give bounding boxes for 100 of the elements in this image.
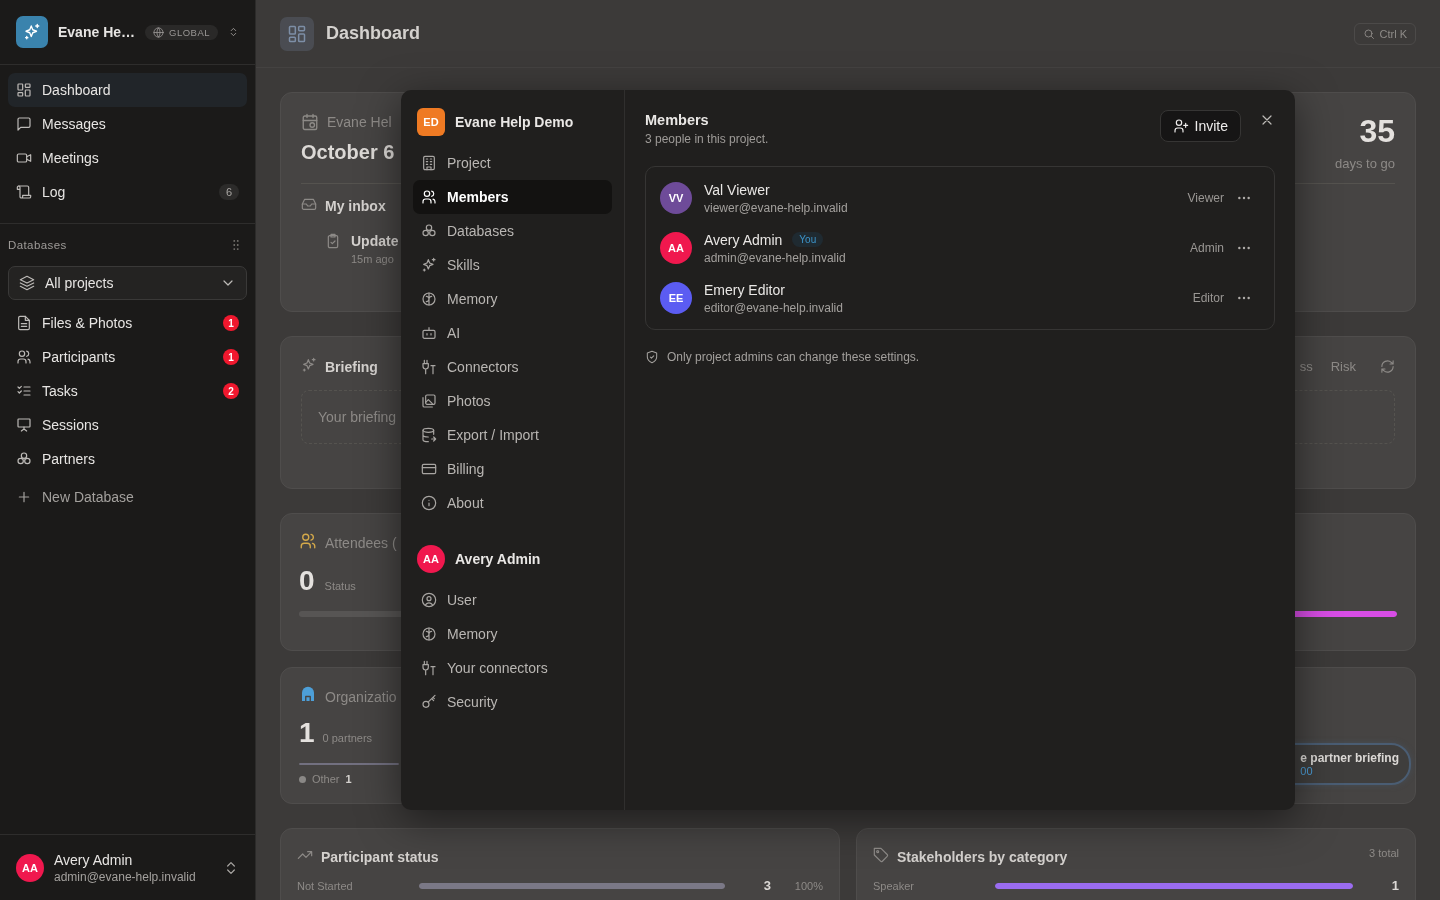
user-icon [421,592,437,608]
nav-item[interactable]: Participants 1 [8,340,247,374]
user-name: Avery Admin [455,551,541,567]
settings-nav-item[interactable]: Skills [413,248,612,282]
document-icon [16,315,32,331]
member-role[interactable]: Editor [1192,291,1224,305]
settings-nav-item[interactable]: AI [413,316,612,350]
inbox-item-title: Update [351,233,399,249]
globe-icon [153,26,165,38]
project-label: Evane Hel [327,114,392,130]
scope-badge: GLOBAL [145,24,219,40]
count-badge: 6 [218,184,239,200]
total-count: 3 total [1369,847,1399,861]
count-number: 1 [299,717,315,749]
plus-icon [16,489,32,505]
shield-icon [645,350,659,364]
section-title: Members [645,112,710,128]
settings-nav-item[interactable]: Members [413,180,612,214]
count-caption: Status [324,580,356,592]
brain-icon [421,291,437,307]
member-name: Emery Editor [704,281,785,298]
people-icon [299,532,317,550]
search-icon [1362,27,1375,40]
nav-item[interactable]: Sessions [8,408,247,442]
member-avatar: EE [660,282,692,314]
checklist-icon [16,383,32,399]
workspace-logo[interactable] [16,16,48,48]
you-badge: You [792,232,824,247]
settings-nav-item[interactable]: About [413,486,612,520]
settings-nav-item[interactable]: Connectors [413,350,612,384]
people-icon [421,189,437,205]
refresh-icon[interactable] [1380,359,1395,374]
member-name: Avery Admin [704,231,783,248]
settings-nav-item[interactable]: User [413,583,612,617]
settings-nav-item[interactable]: Memory [413,617,612,651]
settings-nav-item[interactable]: Databases [413,214,612,248]
section-subtitle: 3 people in this project. [645,132,770,146]
member-role[interactable]: Admin [1190,241,1224,255]
nav-item[interactable]: Log 6 [8,175,247,209]
invite-button[interactable]: Invite [1159,110,1241,142]
plug-icon [421,359,437,375]
inbox-item-time: 15m ago [351,253,395,265]
sparkle-icon [421,257,437,273]
clipboard-icon [325,233,341,249]
member-avatar: AA [660,232,692,264]
brain-icon [421,626,437,642]
user-email: admin@evane-help.invalid [54,869,197,884]
add-user-icon [1172,118,1189,134]
count-caption: 0 partners [322,732,373,744]
settings-nav-item[interactable]: Security [413,685,612,719]
workspace-name: Evane He… [58,24,136,40]
settings-nav-item[interactable]: Memory [413,282,612,316]
event-date: October 6 [301,141,395,164]
row-label: Speaker [873,879,915,892]
project-avatar: ED [417,108,445,136]
permission-note: Only project admins can change these settings. [667,350,920,364]
project-dropdown[interactable]: All projects [8,266,247,300]
tag-icon [873,847,889,863]
row-count: 1 [1390,878,1399,893]
scroll-icon [16,184,32,200]
member-email: admin@evane-help.invalid [704,250,847,265]
nav-item[interactable]: Tasks 2 [8,374,247,408]
layers-icon [19,275,35,291]
sparkle-icon [301,357,317,373]
settings-nav-item[interactable]: Project [413,146,612,180]
settings-nav-item[interactable]: Your connectors [413,651,612,685]
nav-item[interactable]: Partners [8,442,247,476]
settings-nav-item[interactable]: Billing [413,452,612,486]
card-title: Briefing [325,358,378,375]
plug-icon [421,660,437,676]
images-icon [421,393,437,409]
member-avatar: VV [660,182,692,214]
new-database-button[interactable]: New Database [8,480,247,514]
circles-icon [421,223,437,239]
nav-item[interactable]: Dashboard [8,73,247,107]
row-count: 3 [762,878,771,893]
calendar-icon [301,113,319,131]
countdown-label: days to go [1335,156,1395,171]
card-title: Participant status [321,848,439,865]
count-number: 0 [299,565,315,597]
count-badge: 1 [223,315,239,331]
circles-icon [16,451,32,467]
key-icon [421,694,437,710]
card-title: Organizatio [325,688,397,705]
nav-item[interactable]: Meetings [8,141,247,175]
page-title: Dashboard [326,23,421,44]
database-icon [421,427,437,443]
nav-item[interactable]: Files & Photos 1 [8,306,247,340]
settings-nav-item[interactable]: Photos [413,384,612,418]
count-badge: 1 [223,349,239,365]
card-title: Attendees ( [325,534,397,551]
settings-nav-item[interactable]: Export / Import [413,418,612,452]
card-title: Stakeholders by category [897,848,1068,865]
section-title: My inbox [325,197,386,214]
member-email: editor@evane-help.invalid [704,300,844,315]
building-icon [421,155,437,171]
user-name: Avery Admin [54,851,134,868]
member-role[interactable]: Viewer [1187,191,1224,205]
nav-item[interactable]: Messages [8,107,247,141]
inbox-icon [301,196,317,212]
